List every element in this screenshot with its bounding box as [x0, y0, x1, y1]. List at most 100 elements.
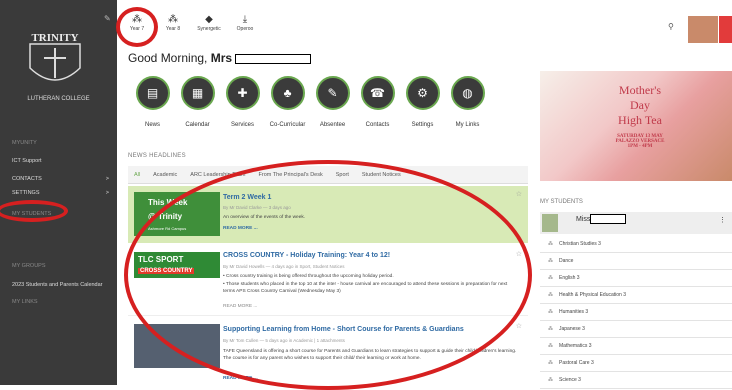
star-icon[interactable]: ☆ — [516, 190, 522, 198]
quicklink-label: Contacts — [365, 122, 390, 128]
top-nav-synergetic[interactable]: ◆ Synergetic — [197, 14, 221, 32]
sidebar-item[interactable]: MY GROUPS — [12, 263, 109, 269]
people-icon: ⁂ — [548, 343, 553, 349]
sidebar: ✎ TRINITY LUTHERAN COLLEGE MYUNITY ICT Su… — [0, 0, 117, 385]
subject-label: English 3 — [559, 275, 580, 281]
quicklink-label: Co-Curricular — [269, 122, 306, 128]
quicklink-contacts[interactable]: ☎ Contacts — [355, 76, 400, 128]
sidebar-item-label: CONTACTS — [12, 176, 42, 182]
news-icon: ▤ — [135, 76, 170, 110]
quicklink-calendar[interactable]: ▦ Calendar — [175, 76, 220, 128]
subject-item[interactable]: ⁂ Health & Physical Education 3 — [540, 287, 732, 304]
more-icon[interactable]: ⋮ — [719, 216, 726, 224]
subject-item[interactable]: ⁂ English 3 — [540, 270, 732, 287]
chevron-right-icon: > — [105, 190, 109, 196]
subject-item[interactable]: ⁂ Japanese 3 — [540, 321, 732, 338]
subject-label: Science 3 — [559, 377, 581, 383]
quicklink-label: Calendar — [185, 122, 210, 128]
student-avatar — [542, 214, 558, 232]
people-icon: ⁂ — [548, 360, 553, 366]
globe-icon: ◍ — [450, 76, 485, 110]
subject-label: Christian Studies 3 — [559, 241, 601, 247]
my-students-heading: MY STUDENTS — [540, 199, 583, 205]
subject-label: Pastoral Care 3 — [559, 360, 594, 366]
sidebar-item-label: MY GROUPS — [12, 263, 46, 269]
top-nav-label: Year 8 — [165, 26, 181, 32]
news-heading: NEWS HEADLINES — [128, 153, 186, 159]
subject-label: Health & Physical Education 3 — [559, 292, 626, 298]
quicklink-my-links[interactable]: ◍ My Links — [445, 76, 490, 128]
top-nav-label: Synergetic — [197, 26, 221, 32]
services-icon: ✚ — [225, 76, 260, 110]
star-icon[interactable]: ☆ — [516, 322, 522, 330]
people-icon: ⁂ — [548, 377, 553, 383]
sidebar-item[interactable]: SETTINGS > — [12, 190, 109, 196]
trinity-logo: TRINITY — [29, 32, 81, 81]
student-row[interactable]: Miss ⋮ — [540, 212, 732, 234]
redacted-name — [590, 214, 626, 224]
sidebar-item[interactable]: MYUNITY — [12, 140, 109, 146]
people-icon: ⁂ — [548, 326, 553, 332]
logo-subtitle: LUTHERAN COLLEGE — [27, 96, 90, 102]
cocurricular-icon: ♣ — [270, 76, 305, 110]
quicklink-co-curricular[interactable]: ♣ Co-Curricular — [265, 76, 310, 128]
subject-item[interactable]: ⁂ Science 3 — [540, 372, 732, 389]
redacted-name — [235, 53, 312, 64]
avatar[interactable] — [688, 16, 718, 43]
svg-text:TRINITY: TRINITY — [31, 32, 78, 44]
absentee-icon: ✎ — [315, 76, 350, 110]
top-nav-year-8[interactable]: ⁂ Year 8 — [161, 14, 185, 32]
calendar-icon: ▦ — [180, 76, 215, 110]
people-icon: ⁂ — [548, 241, 553, 247]
subject-item[interactable]: ⁂ Humanities 3 — [540, 304, 732, 321]
tab-academic[interactable]: Academic — [153, 172, 177, 178]
contacts-icon: ☎ — [360, 76, 395, 110]
tab-all[interactable]: All — [134, 172, 140, 178]
pin-icon[interactable]: ✎ — [104, 14, 111, 23]
sidebar-item[interactable]: CONTACTS > — [12, 176, 109, 182]
download-icon: ⤓ — [242, 14, 248, 25]
people-icon: ⁂ — [548, 292, 553, 298]
quicklinks: ▤ News ▦ Calendar ✚ Services ♣ Co-Curricular ✎ Ab… — [130, 76, 490, 128]
people-icon: ⁂ — [168, 14, 178, 25]
highlight-circle — [116, 7, 158, 47]
subject-item[interactable]: ⁂ Christian Studies 3 — [540, 236, 732, 253]
subject-label: Mathematics 3 — [559, 343, 592, 349]
sidebar-item[interactable]: MY LINKS — [12, 299, 109, 305]
settings-icon: ⚙ — [405, 76, 440, 110]
quicklink-label: Settings — [411, 122, 434, 128]
subject-label: Dance — [559, 258, 574, 264]
sidebar-item-label: ICT Support — [12, 158, 42, 164]
highlight-ellipse — [124, 160, 532, 390]
subject-label: Humanities 3 — [559, 309, 589, 315]
quicklink-absentee[interactable]: ✎ Absentee — [310, 76, 355, 128]
subject-item[interactable]: ⁂ Dance — [540, 253, 732, 270]
people-icon: ⁂ — [548, 258, 553, 264]
quicklink-settings[interactable]: ⚙ Settings — [400, 76, 445, 128]
quicklink-label: Absentee — [319, 122, 346, 128]
diamond-icon: ◆ — [205, 14, 213, 25]
sidebar-item-label: MY LINKS — [12, 299, 38, 305]
sidebar-item-label: MYUNITY — [12, 140, 37, 146]
quicklink-label: Services — [230, 122, 254, 128]
people-icon: ⁂ — [548, 309, 553, 315]
sidebar-item-label: SETTINGS — [12, 190, 40, 196]
quicklink-services[interactable]: ✚ Services — [220, 76, 265, 128]
subject-label: Japanese 3 — [559, 326, 585, 332]
greeting: Good Morning, Mrs — [128, 51, 312, 65]
top-nav-label: Operoo — [236, 26, 254, 32]
student-name: Miss — [576, 216, 591, 223]
event-banner[interactable]: Mother's Day High Tea SATURDAY 13 MAY PA… — [540, 71, 732, 181]
notification-badge[interactable] — [719, 16, 732, 43]
sidebar-item[interactable]: 2023 Students and Parents Calendar — [12, 282, 109, 288]
top-nav-operoo[interactable]: ⤓ Operoo — [233, 14, 257, 32]
subject-item[interactable]: ⁂ Mathematics 3 — [540, 338, 732, 355]
sidebar-item[interactable]: ICT Support — [12, 158, 109, 164]
sidebar-item-label: 2023 Students and Parents Calendar — [12, 282, 103, 288]
subject-item[interactable]: ⁂ Pastoral Care 3 — [540, 355, 732, 372]
chevron-right-icon: > — [105, 176, 109, 182]
quicklink-news[interactable]: ▤ News — [130, 76, 175, 128]
people-icon: ⁂ — [548, 275, 553, 281]
quicklink-label: My Links — [455, 122, 480, 128]
search-icon[interactable]: ⚲ — [668, 22, 674, 31]
